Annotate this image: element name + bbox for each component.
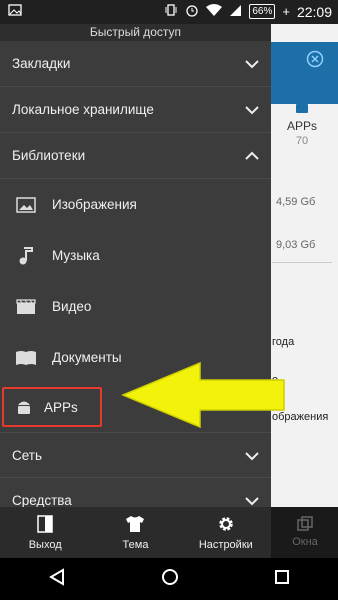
windows-tab[interactable]: Окна [280,515,330,548]
annotation-arrow [118,360,288,435]
gear-icon [217,515,235,536]
home-icon[interactable] [161,568,179,591]
video-icon [0,298,52,315]
library-item-images[interactable]: Изображения [0,179,271,230]
section-label: Сеть [12,448,43,463]
settings-button[interactable]: Настройки [181,507,271,558]
storage-size-1: 4,59 Gб [276,196,316,208]
clock: 22:09 [296,3,332,20]
drawer-bottom-bar: Выход Тема Настройки [0,507,271,558]
section-libraries[interactable]: Библиотеки [0,133,271,179]
divider [272,262,332,263]
drawer-title: Быстрый доступ [0,24,271,41]
shirt-icon [125,515,145,536]
apps-card[interactable]: APPs 70 [272,94,332,164]
section-label: Локальное хранилище [12,102,154,117]
charging-icon: + [282,4,290,19]
battery-badge: 66% [249,4,276,19]
apps-card-count: 70 [295,135,309,147]
section-label: Библиотеки [12,148,86,163]
music-icon [0,246,52,266]
library-item-music[interactable]: Музыка [0,230,271,281]
image-icon [0,196,52,213]
storage-size-2: 9,03 Gб [276,239,316,251]
section-local-storage[interactable]: Локальное хранилище [0,87,271,133]
system-navigation-bar [0,558,338,600]
exit-label: Выход [28,538,62,551]
theme-label: Тема [122,538,149,551]
section-bookmarks[interactable]: Закладки [0,41,271,87]
wifi-icon [206,3,223,20]
item-label: APPs [44,399,78,415]
windows-icon [280,515,330,536]
apps-card-label: APPs [286,119,317,133]
alarm-icon [185,3,199,20]
library-item-video[interactable]: Видео [0,281,271,332]
section-network[interactable]: Сеть [0,432,271,478]
book-icon [0,350,52,366]
library-item-apps[interactable]: APPs [2,387,102,427]
section-label: Средства [12,493,72,508]
item-label: Изображения [52,197,137,212]
recents-icon[interactable] [274,569,290,590]
signal-icon [229,4,242,20]
theme-button[interactable]: Тема [90,507,180,558]
text-fragment-1: года [272,336,295,348]
exit-button[interactable]: Выход [0,507,90,558]
item-label: Видео [52,299,92,314]
windows-label: Окна [292,536,318,548]
android-icon [4,398,44,416]
status-bar: 66% + 22:09 [0,0,338,24]
vibrate-icon [164,3,178,20]
back-icon[interactable] [48,567,66,591]
close-circle-icon[interactable] [306,50,324,73]
exit-icon [36,514,54,536]
notification-image-icon [8,3,22,20]
item-label: Музыка [52,248,100,263]
item-label: Документы [52,350,122,365]
android-icon [272,94,332,119]
settings-label: Настройки [198,538,253,551]
section-label: Закладки [12,56,71,71]
